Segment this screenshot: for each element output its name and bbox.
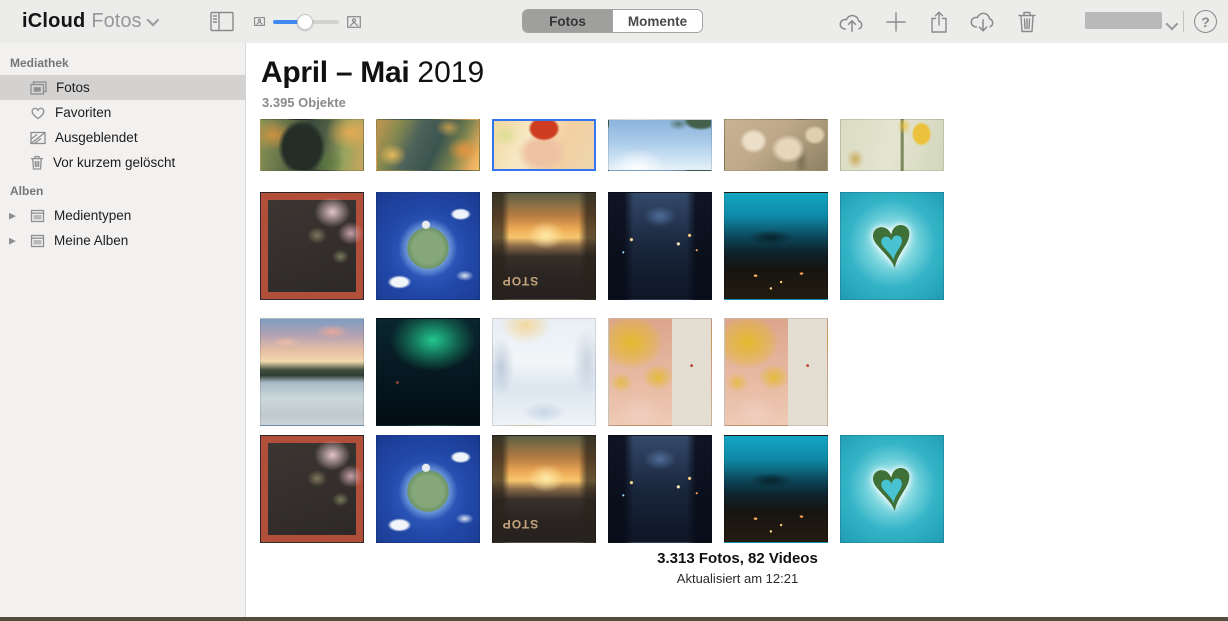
photo-thumbnail-blossom-window[interactable] (260, 192, 364, 300)
photo-thumbnail-night-street[interactable] (608, 435, 712, 543)
thumbnail-zoom-control (254, 0, 361, 43)
photo-thumbnail-sunset-stop[interactable]: STOP (492, 192, 596, 300)
sidebar-item-fotos[interactable]: Fotos (0, 75, 245, 100)
sidebar-item-label: Vor kurzem gelöscht (53, 155, 175, 170)
photo-thumbnail-yellow-wall[interactable] (608, 318, 712, 426)
add-button[interactable] (882, 0, 910, 43)
footer-summary: 3.313 Fotos, 82 Videos (247, 550, 1228, 567)
upload-button[interactable] (837, 0, 867, 43)
tab-momente[interactable]: Momente (612, 10, 702, 32)
help-button[interactable]: ? (1194, 10, 1217, 33)
sidebar-toggle-button[interactable] (207, 0, 237, 43)
photo-row: STOP (260, 192, 944, 300)
photo-overlay-text: STOP (501, 517, 537, 531)
photo-thumbnail-autumn-shed[interactable] (260, 119, 364, 171)
zoom-slider-thumb[interactable] (297, 14, 313, 30)
page-title: April – Mai2019 (261, 56, 484, 90)
photo-thumbnail-sky-sun[interactable] (608, 119, 712, 171)
photo-thumbnail-lake-sunset[interactable] (260, 318, 364, 426)
cloud-download-icon (969, 11, 997, 33)
moment-year: 2019 (417, 56, 484, 89)
sidebar-item-label: Favoriten (55, 105, 111, 120)
photo-thumbnail-yellow-roses[interactable] (840, 119, 944, 171)
photo-overlay-text: STOP (501, 274, 537, 288)
sidebar-item-favoriten[interactable]: Favoriten (0, 100, 245, 125)
sidebar-section-mediathek: Mediathek (0, 51, 245, 75)
share-button[interactable] (925, 0, 953, 43)
heart-icon (30, 106, 46, 120)
icloud-brand: iCloud (22, 10, 85, 33)
photo-thumbnail-sunset-stop[interactable]: STOP (492, 435, 596, 543)
photo-thumbnail-dried-roses[interactable] (724, 119, 828, 171)
photo-row (260, 318, 944, 426)
sidebar-item-label: Meine Alben (54, 233, 128, 248)
grid-footer: 3.313 Fotos, 82 Videos Aktualisiert am 1… (247, 550, 1228, 586)
photo-thumbnail-snow-forest[interactable] (492, 318, 596, 426)
sidebar-item-vor-kurzem-geloescht[interactable]: Vor kurzem gelöscht (0, 150, 245, 175)
photo-thumbnail-aurora[interactable] (376, 318, 480, 426)
plus-icon (885, 11, 907, 33)
app-name: Fotos (91, 10, 141, 33)
photo-thumbnail-dusk-skyline[interactable] (724, 192, 828, 300)
tab-fotos[interactable]: Fotos (523, 10, 612, 32)
photo-thumbnail-maple-leaf[interactable] (492, 119, 596, 171)
sidebar-item-ausgeblendet[interactable]: Ausgeblendet (0, 125, 245, 150)
zoom-slider[interactable] (273, 20, 339, 24)
sidebar-item-medientypen[interactable]: ▶ Medientypen (0, 203, 245, 228)
cloud-upload-icon (838, 11, 866, 33)
account-chevron-icon[interactable] (1166, 17, 1175, 35)
photos-icon (30, 81, 47, 95)
moment-title: April – Mai (261, 56, 409, 89)
photo-thumbnail-night-street[interactable] (608, 192, 712, 300)
photo-thumbnail-tiny-planet[interactable] (376, 435, 480, 543)
trash-icon (30, 155, 44, 170)
photo-row: STOP (260, 435, 944, 543)
photo-thumbnail-heart-island[interactable] (840, 192, 944, 300)
zoom-small-photo-icon[interactable] (254, 17, 265, 26)
photo-thumbnail-autumn-tree[interactable] (376, 119, 480, 171)
disclosure-triangle-icon[interactable]: ▶ (9, 210, 16, 221)
main-content: April – Mai2019 3.395 Objekte STOP STOP 3… (247, 43, 1228, 617)
photo-thumbnail-tiny-planet[interactable] (376, 192, 480, 300)
photo-thumbnail-yellow-wall[interactable] (724, 318, 828, 426)
hidden-icon (30, 131, 46, 145)
share-icon (928, 10, 950, 34)
object-count: 3.395 Objekte (262, 95, 346, 110)
photo-thumbnail-dusk-skyline[interactable] (724, 435, 828, 543)
trash-icon (1017, 10, 1037, 33)
app-switcher[interactable]: iCloud Fotos (22, 0, 156, 43)
footer-updated: Aktualisiert am 12:21 (247, 571, 1228, 586)
sidebar-item-label: Fotos (56, 80, 90, 95)
view-switcher: Fotos Momente (522, 9, 703, 33)
sidebar-section-alben: Alben (0, 179, 245, 203)
album-icon (30, 209, 45, 223)
sidebar-item-label: Ausgeblendet (55, 130, 138, 145)
sidebar-item-label: Medientypen (54, 208, 131, 223)
app-switcher-chevron-icon (147, 14, 160, 27)
album-icon (30, 234, 45, 248)
account-dropdown[interactable] (1085, 12, 1162, 29)
download-button[interactable] (968, 0, 998, 43)
photo-grid: STOP STOP (260, 119, 944, 543)
sidebar-item-meine-alben[interactable]: ▶ Meine Alben (0, 228, 245, 253)
photo-thumbnail-heart-island[interactable] (840, 435, 944, 543)
photo-thumbnail-blossom-window[interactable] (260, 435, 364, 543)
disclosure-triangle-icon[interactable]: ▶ (9, 235, 16, 246)
panel-left-icon (210, 11, 235, 32)
zoom-large-photo-icon[interactable] (347, 16, 361, 28)
photo-row (260, 119, 944, 171)
delete-button[interactable] (1013, 0, 1041, 43)
toolbar-divider (1183, 11, 1184, 32)
toolbar: iCloud Fotos Fotos Momente (0, 0, 1228, 43)
sidebar: Mediathek Fotos Favoriten Ausgeblendet V… (0, 43, 246, 617)
bottom-window-edge (0, 617, 1228, 621)
